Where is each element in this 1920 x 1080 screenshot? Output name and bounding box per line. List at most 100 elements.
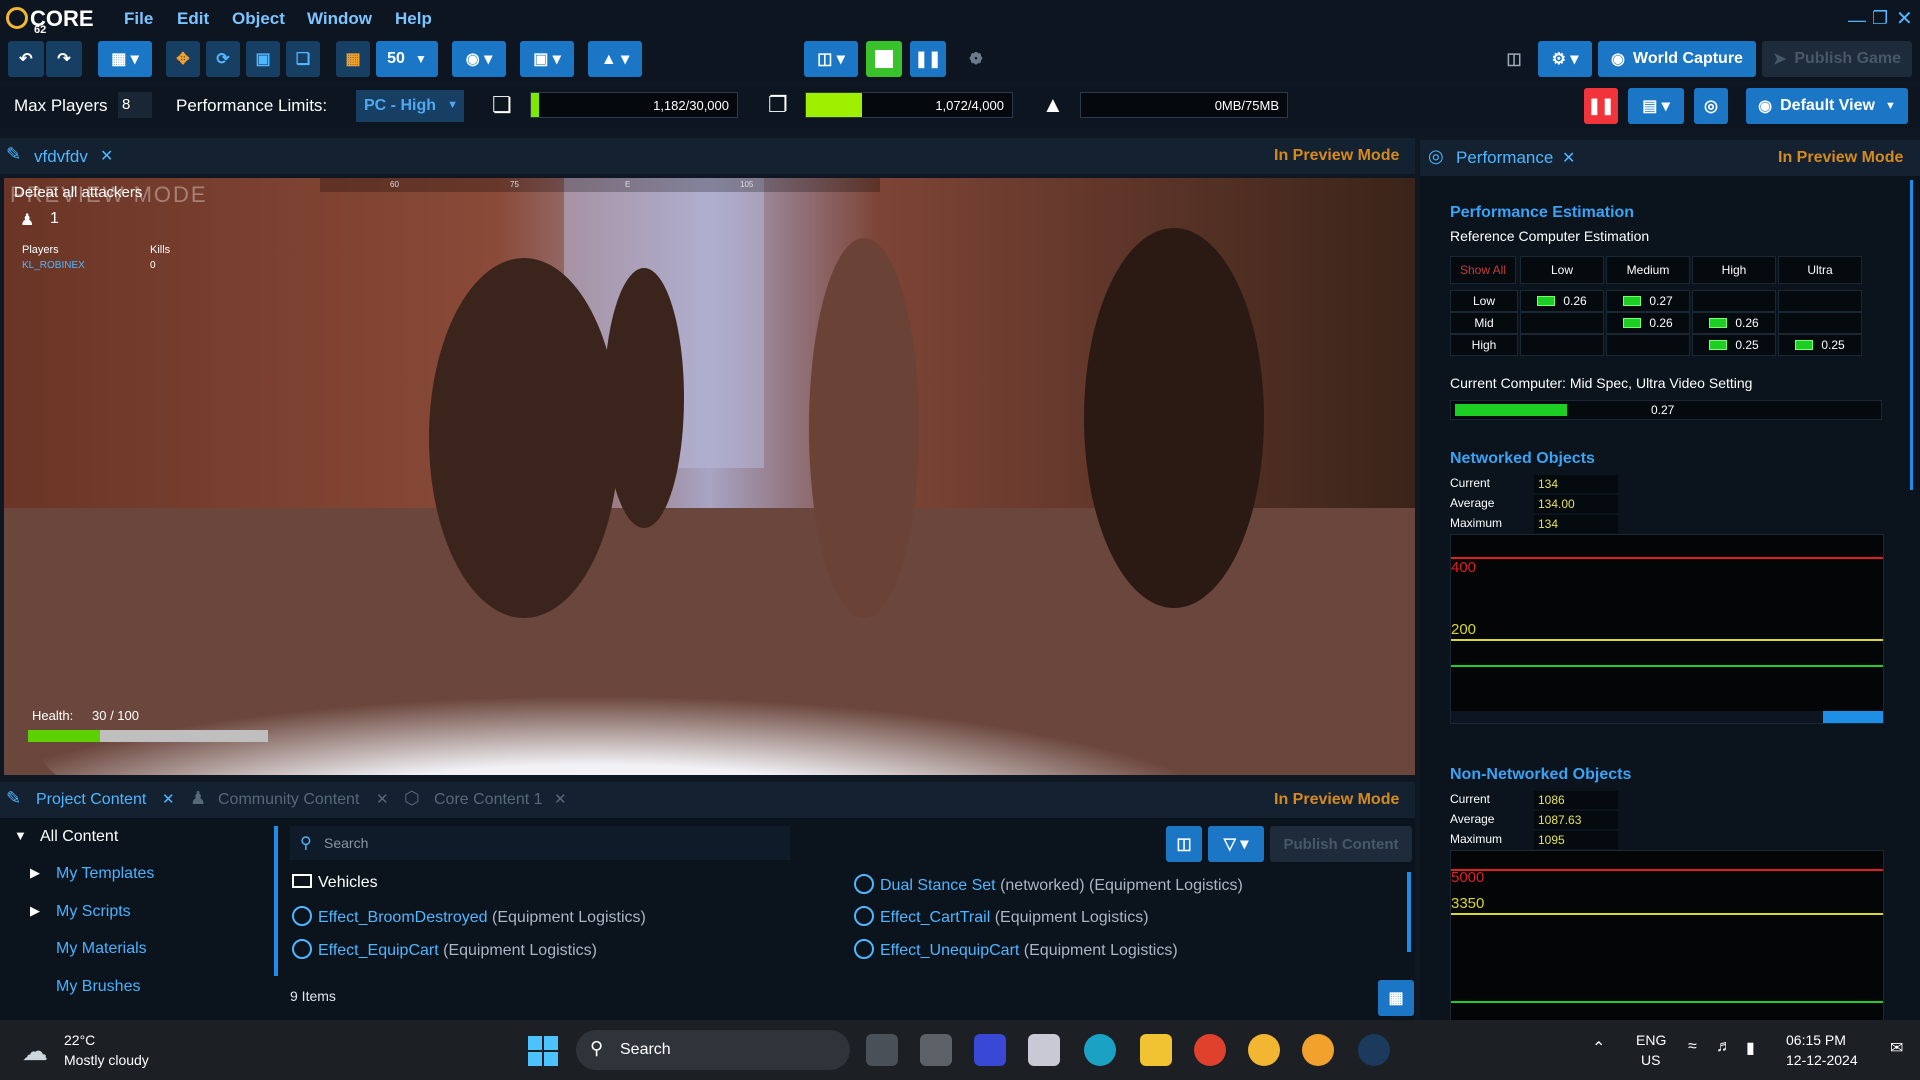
scale-tool-button[interactable]: ▣	[246, 41, 280, 77]
tree-root-label[interactable]: All Content	[40, 828, 118, 846]
bug-button[interactable]: ❁	[958, 41, 994, 77]
chevron-up-icon[interactable]: ⌃	[1592, 1038, 1605, 1058]
graph-scrollbar[interactable]	[1451, 711, 1883, 723]
stop-button[interactable]	[866, 41, 902, 77]
edge-icon[interactable]	[1084, 1034, 1116, 1066]
performance-tab-title[interactable]: Performance	[1456, 148, 1553, 168]
bot-dropdown[interactable]: ⚙ ▾	[1538, 41, 1592, 77]
graph-current-line	[1451, 665, 1883, 667]
list-item[interactable]: Effect_BroomDestroyed (Equipment Logisti…	[292, 906, 646, 927]
pause-button[interactable]: ❚❚	[910, 41, 946, 77]
chevron-right-icon[interactable]: ▶	[30, 903, 40, 919]
close-icon[interactable]: ✕	[554, 790, 567, 808]
publish-content-button[interactable]: Publish Content	[1270, 826, 1412, 862]
show-all-button[interactable]: Show All	[1450, 256, 1516, 284]
tree-item-my-brushes[interactable]: My Brushes	[56, 978, 140, 996]
max-players-value[interactable]: 8	[118, 92, 152, 118]
folder-item[interactable]: Vehicles	[292, 874, 378, 892]
tree-item-my-scripts[interactable]: My Scripts	[56, 903, 131, 921]
clock-date[interactable]: 12-12-2024	[1786, 1052, 1858, 1068]
taskbar-search[interactable]: ⚲ Search	[576, 1030, 850, 1070]
battery-icon[interactable]: ▮	[1746, 1038, 1755, 1058]
selection-mode-button[interactable]: ▦ ▾	[98, 41, 152, 77]
tree-item-my-materials[interactable]: My Materials	[56, 940, 147, 958]
list-item[interactable]: Effect_CartTrail (Equipment Logistics)	[854, 906, 1149, 927]
core-editor-icon[interactable]	[1302, 1034, 1334, 1066]
chrome-icon[interactable]	[1194, 1034, 1226, 1066]
app-icon-editor[interactable]	[974, 1034, 1006, 1066]
player-name: KL_ROBINEX	[22, 260, 85, 271]
camera-target-button[interactable]: ◎	[1694, 88, 1728, 124]
publish-game-button[interactable]: ➤ Publish Game	[1762, 41, 1912, 77]
tab-project-content[interactable]: Project Content	[36, 791, 146, 809]
core-launcher-icon[interactable]	[1248, 1034, 1280, 1066]
close-icon[interactable]: ✕	[162, 790, 175, 808]
weather-temp[interactable]: 22°C	[64, 1032, 95, 1048]
open-folder-button[interactable]: ◫	[1166, 826, 1202, 862]
save-dropdown[interactable]: ▤ ▾	[1628, 88, 1684, 124]
list-item[interactable]: Effect_EquipCart (Equipment Logistics)	[292, 939, 597, 960]
rotate-tool-button[interactable]: ⟳	[206, 41, 240, 77]
close-icon[interactable]: ✕	[1562, 148, 1575, 168]
tree-scrollbar[interactable]	[274, 826, 278, 976]
notification-icon[interactable]: ✉	[1890, 1038, 1903, 1058]
close-icon[interactable]: ✕	[376, 790, 389, 808]
start-button[interactable]	[528, 1036, 558, 1066]
task-view-icon[interactable]	[866, 1034, 898, 1066]
app-icon-snipping[interactable]	[1028, 1034, 1060, 1066]
chevron-right-icon[interactable]: ▶	[30, 865, 40, 881]
world-capture-button[interactable]: ◉ World Capture	[1598, 41, 1756, 77]
graph-scrollbar-thumb[interactable]	[1823, 711, 1883, 723]
weather-desc[interactable]: Mostly cloudy	[64, 1052, 149, 1068]
screen-cast-button[interactable]: ◫	[1496, 41, 1532, 77]
clock-time[interactable]: 06:15 PM	[1786, 1032, 1846, 1048]
player-settings-dropdown[interactable]: ▲ ▾	[588, 41, 642, 77]
tree-item-my-templates[interactable]: My Templates	[56, 865, 154, 883]
app-icon-unity[interactable]	[920, 1034, 952, 1066]
menu-window[interactable]: Window	[307, 9, 372, 29]
rotate-icon: ⟳	[216, 51, 230, 68]
chevron-down-icon[interactable]: ▼	[14, 828, 27, 843]
grid-size-dropdown[interactable]: 50 ▼	[376, 41, 438, 77]
tab-community-content[interactable]: Community Content	[218, 791, 359, 809]
game-viewport[interactable]: 60 75 E 105 PREVIEW MODE Defeat all atta…	[4, 178, 1415, 775]
menu-object[interactable]: Object	[232, 9, 285, 29]
performance-limits-dropdown[interactable]: PC - High ▼	[356, 90, 464, 122]
view-mode-button[interactable]: ▦	[1378, 980, 1414, 1016]
row-header-label: Low	[1472, 294, 1495, 308]
graph-warning-line	[1451, 639, 1883, 641]
list-item[interactable]: Effect_UnequipCart (Equipment Logistics)	[854, 939, 1178, 960]
file-explorer-icon[interactable]	[1140, 1034, 1172, 1066]
content-search[interactable]: ⚲ Search	[290, 826, 790, 860]
tab-core-content[interactable]: Core Content 1	[434, 791, 543, 809]
menu-help[interactable]: Help	[395, 9, 432, 29]
menu-file[interactable]: File	[124, 9, 153, 29]
wifi-icon[interactable]: ≈	[1688, 1038, 1697, 1056]
multiplayer-preview-dropdown[interactable]: ◫ ▾	[804, 41, 858, 77]
default-view-dropdown[interactable]: ◉ Default View ▼	[1746, 88, 1908, 124]
local-space-button[interactable]: ❏	[286, 41, 320, 77]
list-item[interactable]: Dual Stance Set (networked) (Equipment L…	[854, 874, 1243, 895]
steam-icon[interactable]	[1358, 1034, 1390, 1066]
menu-edit[interactable]: Edit	[177, 9, 209, 29]
language[interactable]: ENG	[1636, 1032, 1666, 1048]
move-tool-button[interactable]: ✥	[166, 41, 200, 77]
undo-button[interactable]: ↶	[8, 41, 44, 77]
restore-icon[interactable]: ❐	[1872, 8, 1888, 29]
close-icon[interactable]: ✕	[1896, 6, 1913, 31]
performance-scrollbar[interactable]	[1910, 180, 1913, 490]
viewport-tab-title[interactable]: vfdvfdv	[34, 147, 88, 167]
grid-toggle-button[interactable]: ▦	[336, 41, 370, 77]
camera-dropdown[interactable]: ▣ ▾	[520, 41, 574, 77]
non-networked-average-value: 1087.63	[1534, 811, 1618, 829]
filter-dropdown[interactable]: ▽ ▾	[1208, 826, 1264, 862]
minimize-icon[interactable]: —	[1848, 10, 1866, 31]
content-scrollbar[interactable]	[1407, 872, 1411, 952]
save-icon: ▤ ▾	[1642, 98, 1670, 115]
volume-icon[interactable]: ♬	[1716, 1038, 1732, 1056]
close-icon[interactable]: ✕	[100, 146, 113, 166]
pause-preview-button[interactable]: ❚❚	[1584, 88, 1618, 124]
redo-button[interactable]: ↷	[46, 41, 82, 77]
world-space-dropdown[interactable]: ◉ ▾	[452, 41, 506, 77]
region[interactable]: US	[1641, 1052, 1660, 1068]
